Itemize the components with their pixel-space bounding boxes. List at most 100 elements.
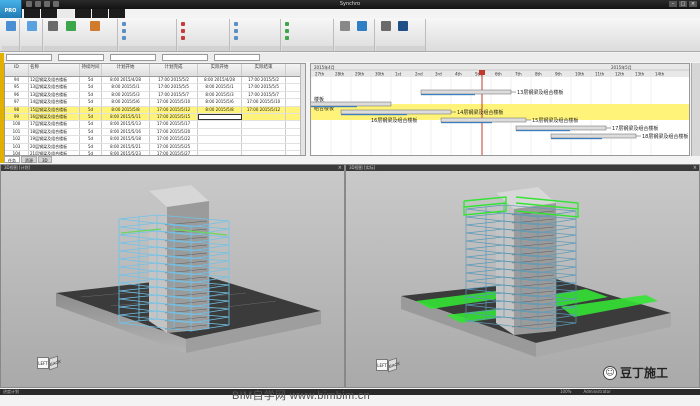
ribbon-small-button[interactable] xyxy=(181,22,185,26)
ribbon-tab-4[interactable] xyxy=(75,9,91,18)
table-cell[interactable]: 18层钢梁及组合楼板 xyxy=(29,128,80,136)
table-cell[interactable]: 17:00 2015/5/22 xyxy=(150,136,198,143)
table-row[interactable]: 99 16层钢梁及组合楼板 5d 8:00 2015/5/11 17:00 2015/5… xyxy=(5,113,305,122)
filter-dropdown-2[interactable] xyxy=(58,54,104,61)
table-cell[interactable]: 96 xyxy=(5,91,29,99)
table-row[interactable]: 103 20层钢梁及组合楼板 5d 8:00 2015/5/21 17:00 2015/… xyxy=(5,143,305,151)
table-cell[interactable]: 8:00 2015/5/23 xyxy=(102,150,150,155)
table-cell[interactable]: 17:00 2015/5/10 xyxy=(150,99,198,106)
ribbon-small-button[interactable] xyxy=(234,29,238,33)
filter-dropdown-5[interactable] xyxy=(214,54,260,61)
table-cell[interactable]: 5d xyxy=(80,136,102,143)
ribbon-small-button[interactable] xyxy=(234,36,238,40)
table-cell[interactable]: 5d xyxy=(80,128,102,136)
table-cell[interactable]: 8:00 2015/4/28 xyxy=(198,77,242,84)
table-cell[interactable]: 5d xyxy=(80,143,102,150)
minimize-icon[interactable]: – xyxy=(669,1,677,7)
column-header[interactable]: 持续时间 xyxy=(80,64,102,76)
ribbon-small-button[interactable] xyxy=(234,22,238,26)
gantt-canvas[interactable]: 2015年4月 2015年5月 27th 28th 29th 30th 1st 2nd 3rd 4… xyxy=(311,64,690,156)
building-model-actual[interactable] xyxy=(346,171,700,388)
table-row[interactable]: 95 13层钢梁及组合楼板 5d 8:00 2015/5/1 17:00 2015/5/… xyxy=(5,84,305,92)
table-cell[interactable]: 94 xyxy=(5,77,29,84)
ribbon-big-button[interactable] xyxy=(396,21,410,32)
table-cell[interactable]: 5d xyxy=(80,121,102,128)
ribbon-tab-2[interactable] xyxy=(41,9,57,18)
table-cell[interactable]: 8:00 2015/5/21 xyxy=(102,143,150,150)
table-cell[interactable]: 15层钢梁及组合楼板 xyxy=(29,106,80,113)
table-cell[interactable]: 8:00 2015/5/3 xyxy=(198,91,242,99)
table-cell[interactable]: 5d xyxy=(80,91,102,99)
ribbon-big-button[interactable] xyxy=(46,21,60,32)
table-cell[interactable]: 17:00 2015/5/20 xyxy=(150,128,198,136)
table-cell[interactable]: 13层钢梁及组合楼板 xyxy=(29,91,80,99)
table-cell[interactable]: 101 xyxy=(5,128,29,136)
table-cell[interactable]: 102 xyxy=(5,136,29,143)
table-cell[interactable]: 97 xyxy=(5,99,29,106)
ribbon-big-button[interactable] xyxy=(4,21,18,32)
column-header[interactable]: 计划开始 xyxy=(102,64,150,76)
planned-3d-view[interactable]: 3D视图 [计划] × LEFT BACK xyxy=(0,164,345,388)
table-cell[interactable]: 8:00 2015/5/16 xyxy=(102,128,150,136)
table-cell[interactable]: 5d xyxy=(80,77,102,84)
grid-scrollbar[interactable] xyxy=(300,64,305,155)
close-icon[interactable]: × xyxy=(689,1,697,7)
table-cell[interactable]: 8:00 2015/5/1 xyxy=(198,84,242,91)
table-cell[interactable] xyxy=(242,128,286,136)
table-cell[interactable]: 8:00 2015/5/6 xyxy=(102,99,150,106)
table-cell[interactable]: 8:00 2015/4/28 xyxy=(102,77,150,84)
table-cell[interactable] xyxy=(198,128,242,136)
window-controls[interactable]: – □ × xyxy=(669,1,697,7)
table-cell[interactable]: 17:00 2015/5/27 xyxy=(150,150,198,155)
table-row[interactable]: 96 13层钢梁及组合楼板 5d 8:00 2015/5/3 17:00 2015/5/… xyxy=(5,91,305,100)
panel-tab-1[interactable]: 任务 xyxy=(4,156,20,163)
ribbon-tab-5[interactable] xyxy=(92,9,108,18)
table-cell[interactable]: 8:00 2015/5/8 xyxy=(102,106,150,113)
table-cell[interactable]: 5d xyxy=(80,150,102,155)
table-cell[interactable]: 8:00 2015/5/8 xyxy=(198,106,242,113)
table-cell[interactable] xyxy=(242,143,286,150)
table-cell[interactable]: 20层钢梁及组合楼板 xyxy=(29,143,80,150)
table-cell[interactable]: 19层钢梁及组合楼板 xyxy=(29,136,80,143)
panel-tab-3[interactable]: 3D xyxy=(38,156,52,163)
actual-3d-view[interactable]: 3D视图 [实际] × LEFT BACK xyxy=(345,164,700,388)
ribbon-small-button[interactable] xyxy=(285,36,289,40)
table-cell[interactable]: 16层钢梁及组合楼板 xyxy=(29,113,80,121)
table-cell[interactable]: 17:00 2015/5/12 xyxy=(242,106,286,113)
ribbon-small-button[interactable] xyxy=(122,29,126,33)
table-cell[interactable]: 95 xyxy=(5,84,29,91)
ribbon-small-button[interactable] xyxy=(122,36,126,40)
column-header[interactable]: 实际开始 xyxy=(198,64,242,76)
ribbon-big-button[interactable] xyxy=(338,21,352,32)
filter-dropdown-1[interactable] xyxy=(6,54,52,61)
table-cell[interactable]: 99 xyxy=(5,113,29,121)
ribbon-big-button[interactable] xyxy=(379,21,393,32)
ribbon-big-button[interactable] xyxy=(88,21,102,32)
table-cell[interactable]: 17:00 2015/5/15 xyxy=(150,113,198,121)
table-cell[interactable]: 13层钢梁及组合楼板 xyxy=(29,84,80,91)
table-cell[interactable] xyxy=(198,136,242,143)
table-cell[interactable] xyxy=(198,150,242,155)
table-cell[interactable]: 8:00 2015/5/18 xyxy=(102,136,150,143)
table-cell[interactable]: 17:00 2015/5/25 xyxy=(150,143,198,150)
table-cell[interactable]: 103 xyxy=(5,143,29,150)
table-cell[interactable]: 8:00 2015/5/6 xyxy=(198,99,242,106)
table-row[interactable]: 101 18层钢梁及组合楼板 5d 8:00 2015/5/16 17:00 2015/… xyxy=(5,128,305,137)
table-row[interactable]: 102 19层钢梁及组合楼板 5d 8:00 2015/5/18 17:00 2015/… xyxy=(5,136,305,144)
table-row[interactable]: 94 12层钢梁及组合楼板 5d 8:00 2015/4/28 17:00 2015/5… xyxy=(5,77,305,85)
table-cell[interactable] xyxy=(198,113,242,121)
ribbon-tab-6[interactable] xyxy=(109,9,125,18)
table-cell[interactable] xyxy=(198,121,242,128)
ribbon-small-button[interactable] xyxy=(285,22,289,26)
right-side-panel-tab[interactable] xyxy=(691,63,700,156)
column-header[interactable]: 名称 xyxy=(29,64,80,76)
ribbon-big-button[interactable] xyxy=(25,21,39,32)
table-cell[interactable]: 17:00 2015/5/2 xyxy=(150,77,198,84)
ribbon-small-button[interactable] xyxy=(181,29,185,33)
table-row[interactable]: 98 15层钢梁及组合楼板 5d 8:00 2015/5/8 17:00 2015/5/… xyxy=(5,106,305,114)
ribbon-tab-3[interactable] xyxy=(58,9,74,18)
table-cell[interactable]: 100 xyxy=(5,121,29,128)
table-cell[interactable]: 17:00 2015/5/7 xyxy=(242,91,286,99)
maximize-icon[interactable]: □ xyxy=(679,1,687,7)
filter-dropdown-4[interactable] xyxy=(162,54,208,61)
